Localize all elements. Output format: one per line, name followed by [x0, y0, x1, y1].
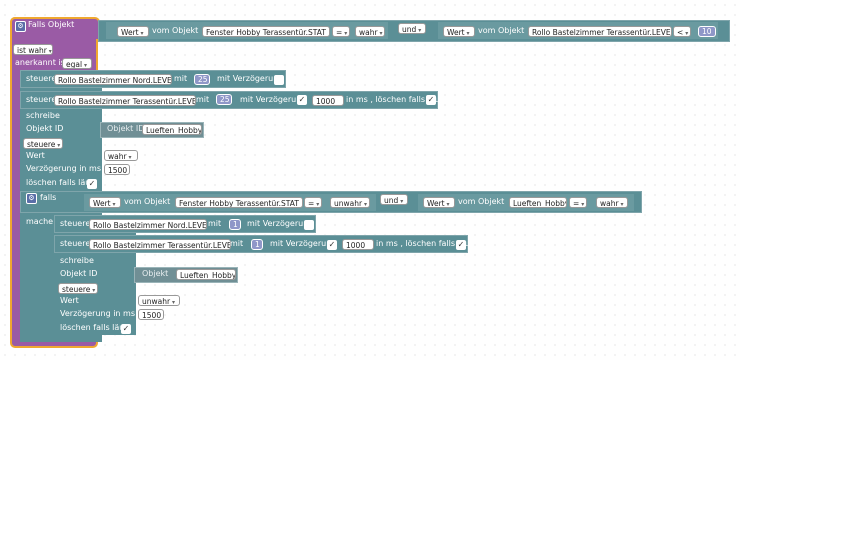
wert-dropdown-w2[interactable]: unwahr	[138, 295, 180, 306]
value-dropdown-1[interactable]: wahr	[355, 26, 385, 37]
operator-dropdown-2[interactable]: <	[673, 26, 691, 37]
target-field-2[interactable]: Rollo Bastelzimmer Terassentür.LEVE	[54, 95, 196, 106]
objekt-value-2[interactable]: Lueften_Hobby	[176, 269, 236, 280]
object-field-2[interactable]: Rollo Bastelzimmer Terassentür.LEVE	[528, 26, 672, 37]
target-field-1[interactable]: Rollo Bastelzimmer Nord.LEVE	[54, 74, 172, 85]
anerkannt-label: anerkannt ist	[15, 58, 68, 67]
steuere-label-3: steuere	[60, 219, 91, 228]
verz-label-w1: Verzögerung in ms	[26, 164, 102, 173]
objekt-id-chip-2: Objekt	[142, 269, 169, 278]
falls-operator-1[interactable]: =	[304, 197, 322, 208]
target-field-3[interactable]: Rollo Bastelzimmer Nord.LEVE	[89, 219, 207, 230]
verz-label-w2: Verzögerung in ms	[60, 309, 136, 318]
anerkannt-dropdown[interactable]: egal	[62, 58, 92, 69]
number-field-cond[interactable]: 10	[698, 26, 716, 37]
mache-label: mache	[26, 217, 54, 226]
number-field-1[interactable]: 25	[194, 74, 210, 85]
wert-label-w1: Wert	[26, 151, 45, 160]
falls-label: falls	[40, 193, 57, 202]
verz-checkbox-3[interactable]	[304, 220, 314, 230]
loeschen-label-w1: löschen falls läu	[26, 178, 91, 187]
delay-field-4[interactable]: 1000	[342, 239, 374, 250]
wert-label-w2: Wert	[60, 296, 79, 305]
ist-wahr-dropdown[interactable]: ist wahr	[13, 44, 53, 55]
mit-label-2: mit	[196, 95, 210, 104]
falls-object-field-2[interactable]: Lueften_Hobby	[509, 197, 567, 208]
number-field-2[interactable]: 25	[216, 94, 232, 105]
verz-checkbox-1[interactable]	[274, 75, 284, 85]
loeschen-checkbox-w2[interactable]: ✓	[121, 324, 131, 334]
mit-label-3: mit	[208, 219, 222, 228]
falls-wert-dropdown-2[interactable]: Wert	[423, 197, 455, 208]
falls-vom-objekt-1: vom Objekt	[124, 197, 171, 206]
falls-und-dropdown[interactable]: und	[380, 194, 408, 205]
objekt-value-1[interactable]: Lueften_Hobby	[142, 124, 202, 135]
falls-object-field-1[interactable]: Fenster Hobby Terassentür.STAT	[175, 197, 303, 208]
loeschen-checkbox-2[interactable]: ✓	[426, 95, 436, 105]
loeschen-label-w2: löschen falls läu	[60, 323, 125, 332]
gear-icon[interactable]: ⚙	[15, 21, 26, 32]
steuere-dropdown-2[interactable]: steuere	[58, 283, 98, 294]
mit-label-4: mit	[230, 239, 244, 248]
verz-field-w2[interactable]: 1500	[138, 309, 164, 320]
falls-value-2[interactable]: wahr	[596, 197, 628, 208]
schreibe-label-1: schreibe	[26, 111, 60, 120]
vom-objekt-label-2: vom Objekt	[478, 26, 525, 35]
loeschen-checkbox-4[interactable]: ✓	[456, 240, 466, 250]
falls-operator-2[interactable]: =	[569, 197, 587, 208]
falls-gear-icon[interactable]: ⚙	[26, 193, 37, 204]
steuere-dropdown-1[interactable]: steuere	[23, 138, 63, 149]
number-field-3[interactable]: 1	[229, 219, 241, 230]
wert-dropdown-2[interactable]: Wert	[443, 26, 475, 37]
steuere-label-1: steuere	[26, 74, 57, 83]
verz-checkbox-2[interactable]: ✓	[297, 95, 307, 105]
falls-wert-dropdown-1[interactable]: Wert	[89, 197, 121, 208]
mit-label-1: mit	[174, 74, 188, 83]
vom-objekt-label-1: vom Objekt	[152, 26, 199, 35]
loeschen-checkbox-w1[interactable]: ✓	[87, 179, 97, 189]
und-dropdown-1[interactable]: und	[398, 23, 426, 34]
verz-field-w1[interactable]: 1500	[104, 164, 130, 175]
falls-vom-objekt-2: vom Objekt	[458, 197, 505, 206]
object-field-1[interactable]: Fenster Hobby Terassentür.STAT	[202, 26, 330, 37]
trigger-title: Falls Objekt	[28, 20, 75, 29]
number-field-4[interactable]: 1	[251, 239, 263, 250]
target-field-4[interactable]: Rollo Bastelzimmer Terassentür.LEVE	[89, 239, 231, 250]
steuere-label-4: steuere	[60, 239, 91, 248]
delay-field-2[interactable]: 1000	[312, 95, 344, 106]
objekt-id-label-1: Objekt ID	[26, 124, 64, 133]
schreibe-label-2: schreibe	[60, 256, 94, 265]
wert-dropdown-w1[interactable]: wahr	[104, 150, 138, 161]
objekt-id-chip-1: Objekt ID	[107, 124, 145, 133]
wert-dropdown-1[interactable]: Wert	[117, 26, 149, 37]
falls-value-1[interactable]: unwahr	[330, 197, 370, 208]
operator-dropdown-1[interactable]: =	[332, 26, 350, 37]
steuere-label-2: steuere	[26, 95, 57, 104]
verz-checkbox-4[interactable]: ✓	[327, 240, 337, 250]
objekt-id-label-2: Objekt ID	[60, 269, 98, 278]
